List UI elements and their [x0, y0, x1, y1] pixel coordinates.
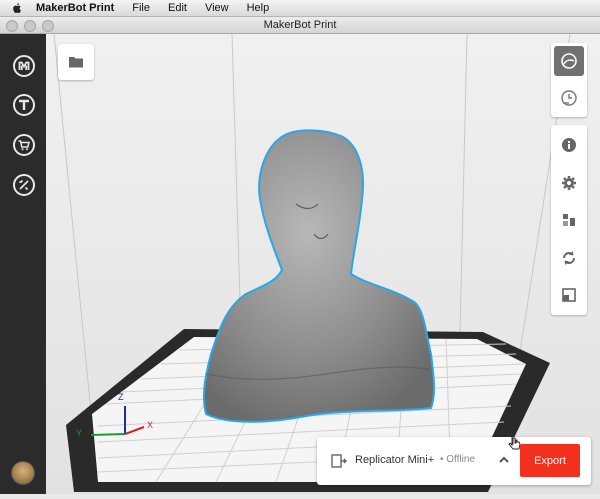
window-title: MakerBot Print	[263, 19, 337, 31]
apple-icon[interactable]	[10, 2, 24, 14]
build-viewport[interactable]: Z X Y	[46, 33, 600, 494]
print-preview-icon[interactable]	[554, 83, 584, 113]
zoom-window-button[interactable]	[42, 20, 54, 32]
printer-bar: Replicator Mini+ • Offline Export	[317, 437, 591, 485]
axis-z-label: Z	[118, 392, 124, 402]
edit-toolbar	[551, 125, 587, 315]
printer-status: • Offline	[440, 454, 475, 465]
menu-bar: MakerBot Print File Edit View Help	[0, 0, 600, 17]
build-scene	[46, 33, 600, 494]
utilities-wrench-icon[interactable]	[12, 173, 36, 197]
axis-y-label: Y	[76, 428, 83, 438]
chevron-up-icon[interactable]	[498, 454, 510, 466]
menu-file[interactable]: File	[132, 2, 150, 14]
export-button[interactable]: Export	[520, 444, 580, 477]
view-toolbar	[551, 43, 587, 117]
left-sidebar	[0, 34, 46, 494]
menu-help[interactable]: Help	[247, 2, 270, 14]
hand-cursor-icon	[508, 437, 521, 450]
view-mode-icon[interactable]	[554, 46, 584, 76]
printer-icon	[331, 454, 347, 468]
menu-app-name[interactable]: MakerBot Print	[36, 2, 114, 14]
arrange-icon[interactable]	[554, 205, 584, 235]
minimize-window-button[interactable]	[24, 20, 36, 32]
menu-edit[interactable]: Edit	[168, 2, 187, 14]
close-window-button[interactable]	[6, 20, 18, 32]
axis-x-label: X	[147, 420, 154, 430]
scale-icon[interactable]	[554, 280, 584, 310]
menu-view[interactable]: View	[205, 2, 229, 14]
printer-name[interactable]: Replicator Mini+	[355, 454, 434, 466]
rotate-icon[interactable]	[554, 243, 584, 273]
window-title-bar: MakerBot Print	[0, 17, 600, 34]
makerbot-logo-icon[interactable]	[12, 54, 36, 78]
open-file-button[interactable]	[58, 44, 94, 80]
user-avatar[interactable]	[11, 461, 35, 485]
info-icon[interactable]	[554, 130, 584, 160]
thingiverse-icon[interactable]	[12, 93, 36, 117]
store-cart-icon[interactable]	[12, 133, 36, 157]
settings-gear-icon[interactable]	[554, 168, 584, 198]
folder-icon	[69, 57, 83, 68]
window-controls	[6, 20, 54, 32]
